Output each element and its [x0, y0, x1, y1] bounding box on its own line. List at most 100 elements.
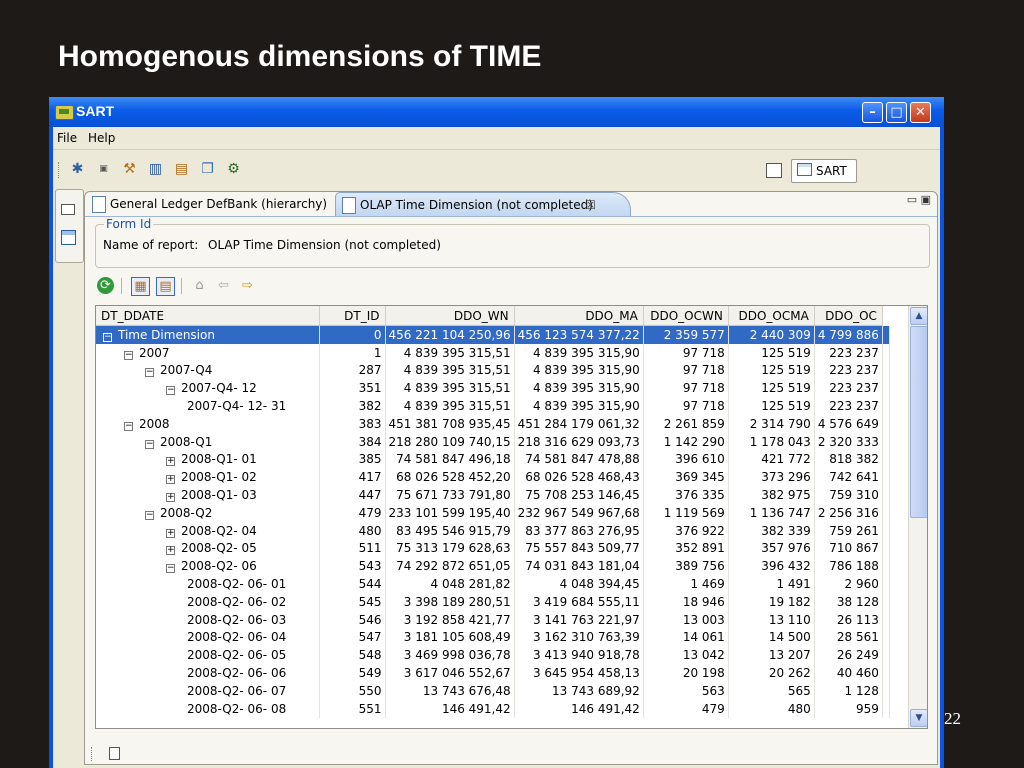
table-row[interactable]: 2008-Q2- 06- 05 548 3 469 998 036,78 3 413 …	[96, 646, 890, 665]
title-bar[interactable]: SART – □ ✕	[49, 97, 944, 127]
row-label-cell[interactable]: 2008-Q2- 06- 06	[96, 664, 320, 682]
row-label-cell[interactable]: −2008-Q2	[96, 503, 320, 522]
row-label-cell[interactable]: −2007-Q4	[96, 361, 320, 380]
table-row[interactable]: +2008-Q1- 03 447 75 671 733 791,80 75 708 2…	[96, 486, 890, 504]
tools-icon[interactable]: ⚒	[121, 161, 138, 178]
collapse-icon[interactable]: −	[145, 439, 154, 449]
forward-arrow-icon[interactable]: ⇨	[239, 277, 256, 294]
table-row[interactable]: +2008-Q1- 02 417 68 026 528 452,20 68 026 5…	[96, 468, 890, 487]
row-label-cell[interactable]: 2007-Q4- 12- 31	[96, 397, 320, 415]
row-label-cell[interactable]: +2008-Q1- 03	[96, 486, 320, 504]
editor-minmax-controls[interactable]: ▭ ▣	[907, 193, 931, 206]
scroll-thumb[interactable]	[910, 326, 927, 518]
row-label-cell[interactable]: 2008-Q2- 06- 05	[96, 646, 320, 665]
row-label-cell[interactable]: −2007-Q4- 12	[96, 379, 320, 398]
table-row[interactable]: 2007-Q4- 12- 31 382 4 839 395 315,51 4 839 …	[96, 397, 890, 415]
menu-help[interactable]: Help	[88, 131, 115, 145]
row-label-cell[interactable]: −2007	[96, 343, 320, 362]
row-label-cell[interactable]: −2008	[96, 414, 320, 433]
collapse-icon[interactable]: −	[124, 421, 133, 431]
collapse-icon[interactable]: −	[124, 350, 133, 360]
collapse-icon[interactable]: −	[166, 386, 175, 396]
close-tab-icon[interactable]: ☒	[585, 193, 596, 217]
gif-icon[interactable]: ▣	[95, 161, 112, 178]
copy-icon[interactable]: ❐	[199, 161, 216, 178]
expand-icon[interactable]: +	[166, 546, 175, 556]
row-label-cell[interactable]: −2008-Q2- 06	[96, 557, 320, 576]
view-icon[interactable]	[61, 230, 76, 245]
row-label-cell[interactable]: 2008-Q2- 06- 04	[96, 628, 320, 647]
column-header[interactable]: DDO_MA	[514, 306, 644, 326]
column-header[interactable]: DDO_WN	[385, 306, 515, 326]
scroll-up-button[interactable]: ▲	[910, 307, 927, 325]
expand-icon[interactable]: +	[166, 457, 175, 467]
perspective-sart[interactable]: SART	[791, 159, 857, 183]
collapse-icon[interactable]: −	[166, 564, 175, 574]
table-row[interactable]: 2008-Q2- 06- 06 549 3 617 046 552,67 3 645 …	[96, 664, 890, 682]
open-perspective-icon[interactable]	[766, 163, 782, 178]
back-arrow-icon[interactable]: ⇦	[215, 277, 232, 294]
toolbar-grip[interactable]	[58, 162, 61, 178]
settings-icon[interactable]: ⚙	[225, 161, 242, 178]
table-row[interactable]: −2007-Q4- 12 351 4 839 395 315,51 4 839 395…	[96, 379, 890, 398]
row-label-cell[interactable]: +2008-Q2- 04	[96, 521, 320, 540]
table-row[interactable]: +2008-Q1- 01 385 74 581 847 496,18 74 581 8…	[96, 450, 890, 469]
home-icon[interactable]: ⌂	[191, 277, 208, 294]
table-row[interactable]: 2008-Q2- 06- 04 547 3 181 105 608,49 3 162 …	[96, 628, 890, 647]
row-label-cell[interactable]: 2008-Q2- 06- 02	[96, 592, 320, 611]
row-label-cell[interactable]: 2008-Q2- 06- 07	[96, 681, 320, 700]
table-row[interactable]: − Time Dimension 0 456 221 104 250,96 456 12…	[96, 325, 890, 344]
row-label-cell[interactable]: 2008-Q2- 06- 03	[96, 610, 320, 629]
row-label-cell[interactable]: 2008-Q2- 06- 01	[96, 575, 320, 593]
column-header[interactable]: DDO_OCMA	[728, 306, 815, 326]
table-row[interactable]: −2007 1 4 839 395 315,51 4 839 395 315,90 97…	[96, 343, 890, 362]
table-row[interactable]: 2008-Q2- 06- 01 544 4 048 281,82 4 048 394,…	[96, 575, 890, 593]
scroll-down-button[interactable]: ▼	[910, 709, 927, 727]
refresh-icon[interactable]: ⟳	[97, 277, 114, 294]
tab-general-ledger[interactable]: General Ledger DefBank (hierarchy)	[86, 192, 356, 216]
tab-olap-time-dimension[interactable]: OLAP Time Dimension (not completed) ☒	[335, 192, 631, 217]
row-label-cell[interactable]: +2008-Q1- 02	[96, 468, 320, 487]
cell-dt_id: 383	[319, 414, 386, 433]
column-header[interactable]: DT_ID	[319, 306, 386, 326]
table-row[interactable]: 2008-Q2- 06- 02 545 3 398 189 280,51 3 419 …	[96, 592, 890, 611]
collapse-icon[interactable]: −	[103, 332, 112, 342]
vertical-scrollbar[interactable]: ▲ ▼	[908, 306, 927, 728]
table-row[interactable]: −2008-Q2- 06 543 74 292 872 651,05 74 031 8…	[96, 557, 890, 576]
column-header[interactable]: DDO_OC	[814, 306, 883, 326]
table-row[interactable]: +2008-Q2- 05 511 75 313 179 628,63 75 557 8…	[96, 539, 890, 558]
column-header[interactable]: DT_DDATE	[96, 306, 320, 326]
cell-ocma: 382 339	[728, 521, 815, 540]
documents-icon[interactable]: ▤	[173, 161, 190, 178]
menu-file[interactable]: File	[57, 131, 77, 145]
column-header[interactable]: DDO_OCWN	[643, 306, 729, 326]
table-row[interactable]: −2008 383 451 381 708 935,45 451 284 179 06…	[96, 414, 890, 433]
restore-icon[interactable]	[61, 204, 75, 215]
expand-icon[interactable]: +	[166, 493, 175, 503]
fast-view-icon[interactable]	[109, 747, 120, 760]
cell-wn: 4 048 281,82	[385, 575, 515, 593]
table-row[interactable]: 2008-Q2- 06- 07 550 13 743 676,48 13 743 68…	[96, 681, 890, 700]
table-row[interactable]: −2007-Q4 287 4 839 395 315,51 4 839 395 315…	[96, 361, 890, 380]
row-label-cell[interactable]: 2008-Q2- 06- 08	[96, 699, 320, 718]
columns-icon[interactable]: ▥	[147, 161, 164, 178]
table-row[interactable]: 2008-Q2- 06- 03 546 3 192 858 421,77 3 141 …	[96, 610, 890, 629]
minimize-button[interactable]: –	[862, 102, 883, 123]
gear-icon[interactable]: ✱	[69, 161, 86, 178]
maximize-button[interactable]: □	[886, 102, 907, 123]
row-label-cell[interactable]: +2008-Q1- 01	[96, 450, 320, 469]
report-icon[interactable]: ▦	[131, 277, 150, 296]
table-row[interactable]: +2008-Q2- 04 480 83 495 546 915,79 83 377 8…	[96, 521, 890, 540]
table-row[interactable]: −2008-Q1 384 218 280 109 740,15 218 316 629…	[96, 432, 890, 451]
expand-icon[interactable]: +	[166, 475, 175, 485]
table-row[interactable]: −2008-Q2 479 233 101 599 195,40 232 967 549…	[96, 503, 890, 522]
expand-icon[interactable]: +	[166, 528, 175, 538]
close-button[interactable]: ✕	[910, 102, 931, 123]
table-icon[interactable]: ▤	[156, 277, 175, 296]
row-label-cell[interactable]: −2008-Q1	[96, 432, 320, 451]
collapse-icon[interactable]: −	[145, 368, 154, 378]
row-label-cell[interactable]: +2008-Q2- 05	[96, 539, 320, 558]
table-row[interactable]: 2008-Q2- 06- 08 551 146 491,42 146 491,42 47…	[96, 699, 890, 718]
row-label-cell[interactable]: − Time Dimension	[96, 325, 320, 344]
collapse-icon[interactable]: −	[145, 510, 154, 520]
